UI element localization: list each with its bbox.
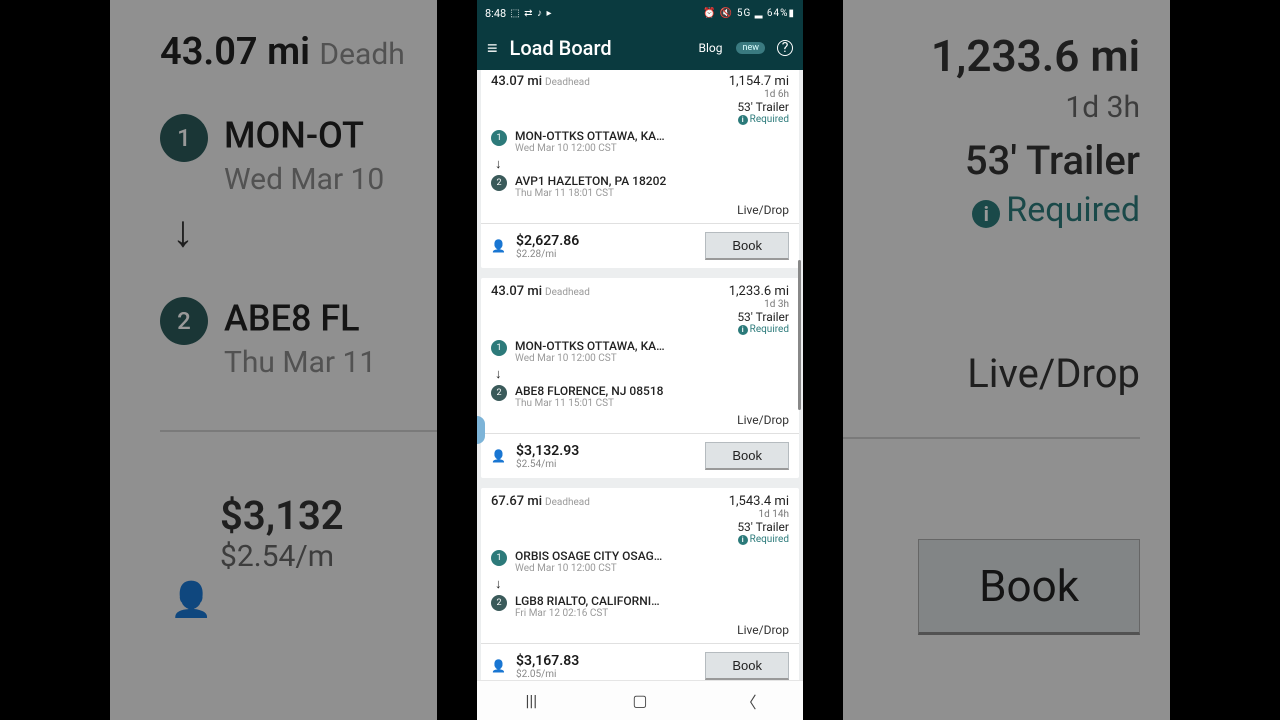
book-button-bg: Book [918, 539, 1140, 635]
pickup-location: MON-OTTKS OTTAWA, KA… [515, 339, 789, 353]
drop-location: LGB8 RIALTO, CALIFORNI… [515, 594, 789, 608]
distance: 1,543.4 mi [729, 494, 789, 509]
stop-number-2: 2 [491, 595, 507, 611]
pickup-date: Wed Mar 10 12:00 CST [515, 143, 789, 154]
trailer-type: 53' Trailer [729, 100, 789, 114]
pickup-location: MON-OTTKS OTTAWA, KA… [515, 129, 789, 143]
deadhead-value: 67.67 mi [491, 494, 542, 509]
person-icon: 👤 [170, 580, 212, 620]
book-button[interactable]: Book [705, 652, 789, 680]
price-per-mile: $2.54/mi [516, 459, 695, 470]
load-card[interactable]: 67.67 mi Deadhead 1,543.4 mi 1d 14h 53' … [481, 488, 799, 680]
stop-number-2: 2 [491, 175, 507, 191]
scrollbar[interactable] [798, 260, 801, 410]
trailer-type: 53' Trailer [729, 520, 789, 534]
book-button[interactable]: Book [705, 442, 789, 470]
background-zoom-left: 43.07 mi Deadh 1MON-OT Wed Mar 10 ↓ 2ABE… [110, 0, 437, 720]
new-badge: new [736, 42, 765, 54]
live-drop-label: Live/Drop [481, 203, 799, 223]
status-bar: 8:48 ⬚ ⇄ ♪ ▸ ⏰ 🔇 5G ▂ 64%▮ [477, 0, 803, 26]
arrow-down-icon: ↓ [495, 366, 789, 382]
drawer-tab[interactable] [477, 416, 485, 444]
deadhead-label: Deadhead [545, 287, 590, 298]
person-icon: 👤 [491, 239, 506, 253]
book-button[interactable]: Book [705, 232, 789, 260]
deadhead-value: 43.07 mi [491, 74, 542, 89]
back-icon[interactable]: 〈 [740, 689, 758, 713]
price-per-mile: $2.05/mi [516, 669, 695, 680]
distance: 1,154.7 mi [729, 74, 789, 89]
status-icons-left: ⬚ ⇄ ♪ ▸ [510, 8, 552, 19]
pickup-location: ORBIS OSAGE CITY OSAG… [515, 549, 789, 563]
stop-number-2: 2 [491, 385, 507, 401]
help-icon[interactable]: ? [777, 40, 793, 56]
load-card[interactable]: 43.07 mi Deadhead 1,233.6 mi 1d 3h 53' T… [481, 278, 799, 478]
app-bar: ≡ Load Board Blog new ? [477, 26, 803, 70]
person-icon: 👤 [491, 449, 506, 463]
pickup-date: Wed Mar 10 12:00 CST [515, 353, 789, 364]
stop-number-1: 1 [491, 550, 507, 566]
price: $2,627.86 [516, 233, 695, 249]
trailer-type: 53' Trailer [729, 310, 789, 324]
info-icon: i [738, 325, 748, 335]
info-icon: i [738, 115, 748, 125]
price-per-mile: $2.28/mi [516, 249, 695, 260]
stop-number-1: 1 [491, 340, 507, 356]
android-nav-bar: ||| ▢ 〈 [477, 680, 803, 720]
load-card[interactable]: 43.07 mi Deadhead 1,154.7 mi 1d 6h 53' T… [481, 70, 799, 268]
person-icon: 👤 [491, 659, 506, 673]
drop-date: Fri Mar 12 02:16 CST [515, 608, 789, 619]
background-zoom-right: 1,233.6 mi 1d 3h 53' Trailer iRequired L… [843, 0, 1170, 720]
live-drop-label: Live/Drop [481, 413, 799, 433]
required-badge: iRequired [729, 114, 789, 125]
drop-location: AVP1 HAZLETON, PA 18202 [515, 174, 789, 188]
arrow-down-icon: ↓ [495, 576, 789, 592]
app-title: Load Board [510, 36, 687, 60]
info-icon: i [972, 200, 1000, 228]
drop-location: ABE8 FLORENCE, NJ 08518 [515, 384, 789, 398]
price: $3,167.83 [516, 653, 695, 669]
arrow-down-icon: ↓ [495, 156, 789, 172]
price: $3,132.93 [516, 443, 695, 459]
drop-date: Thu Mar 11 15:01 CST [515, 398, 789, 409]
phone-frame: 8:48 ⬚ ⇄ ♪ ▸ ⏰ 🔇 5G ▂ 64%▮ ≡ Load Board … [477, 0, 803, 720]
deadhead-value: 43.07 mi [491, 284, 542, 299]
duration: 1d 6h [729, 89, 789, 100]
distance: 1,233.6 mi [729, 284, 789, 299]
load-list[interactable]: 43.07 mi Deadhead 1,154.7 mi 1d 6h 53' T… [477, 70, 803, 680]
live-drop-label: Live/Drop [481, 623, 799, 643]
deadhead-label: Deadhead [545, 497, 590, 508]
stop-number-1: 1 [491, 130, 507, 146]
duration: 1d 3h [729, 299, 789, 310]
home-icon[interactable]: ▢ [631, 691, 649, 710]
status-icons-right: ⏰ 🔇 5G ▂ 64%▮ [703, 8, 795, 19]
info-icon: i [738, 535, 748, 545]
deadhead-label: Deadhead [545, 77, 590, 88]
status-time: 8:48 [485, 7, 506, 20]
drop-date: Thu Mar 11 18:01 CST [515, 188, 789, 199]
hamburger-icon[interactable]: ≡ [487, 38, 498, 59]
blog-link[interactable]: Blog [699, 41, 723, 55]
pickup-date: Wed Mar 10 12:00 CST [515, 563, 789, 574]
required-badge: iRequired [729, 534, 789, 545]
duration: 1d 14h [729, 509, 789, 520]
required-badge: iRequired [729, 324, 789, 335]
recents-icon[interactable]: ||| [522, 691, 540, 710]
